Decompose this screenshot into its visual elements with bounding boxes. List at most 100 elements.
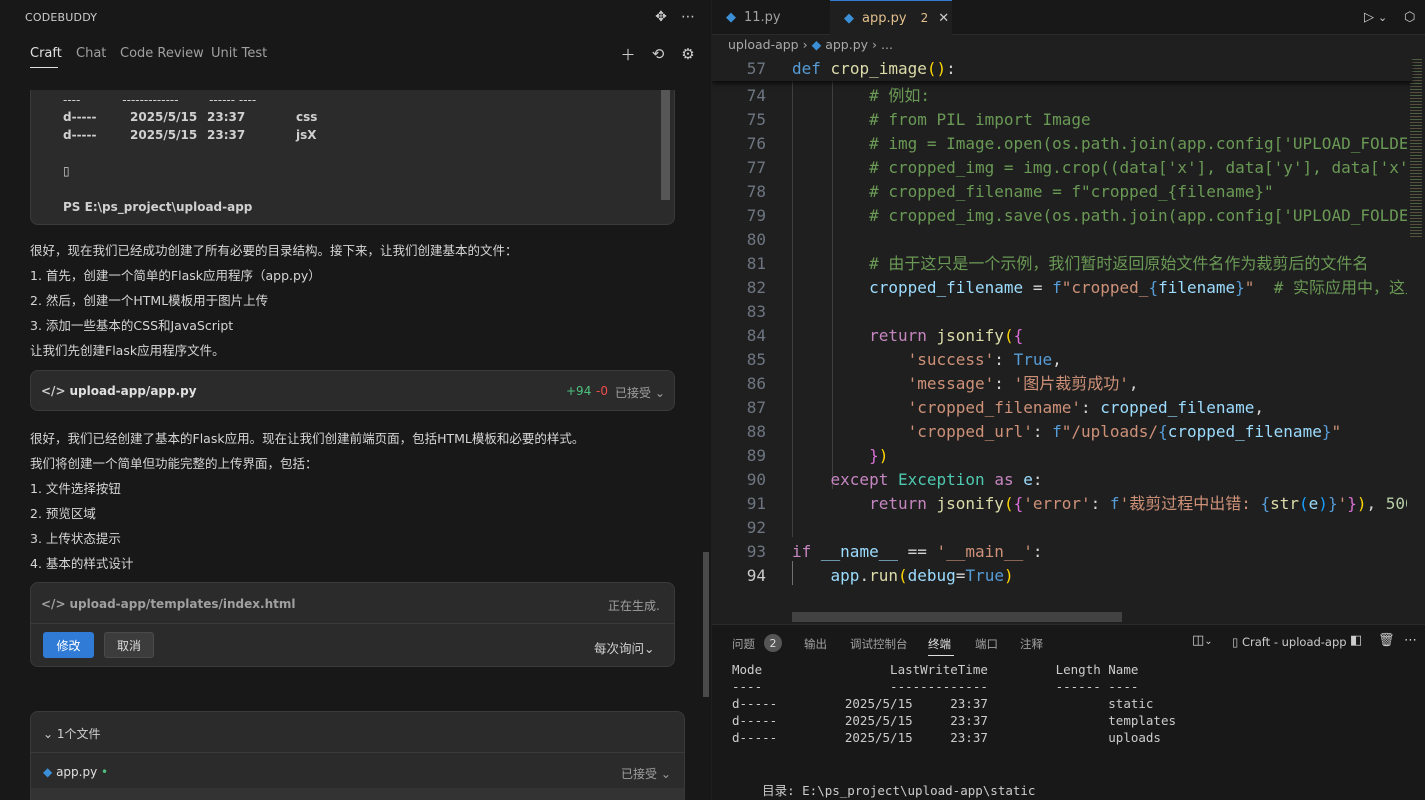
modify-button[interactable]: 修改 (43, 632, 94, 658)
changed-file-item[interactable]: ◆ app.py • (43, 765, 108, 779)
cancel-button[interactable]: 取消 (104, 632, 154, 658)
python-file-icon: ◆ (844, 10, 854, 26)
python-file-icon: ◆ (811, 37, 822, 52)
terminal-instance[interactable]: ▯ Craft - upload-app (1232, 635, 1347, 649)
assistant-message-line: 很好，我们已经创建了基本的Flask应用。现在让我们创建前端页面，包括HTML模… (30, 431, 585, 446)
split-terminal-icon[interactable]: ◫⌄ (1192, 633, 1213, 648)
breadcrumb-folder[interactable]: upload-app (728, 37, 799, 52)
breadcrumb-file[interactable]: app.py (825, 37, 868, 52)
active-tab-indicator (928, 655, 954, 656)
editor-tabs: ◆ 11.py ◆ app.py 2 ✕ ▷ ⌄ ⬡ (712, 0, 1425, 35)
assistant-message-line: 2. 预览区域 (30, 506, 96, 521)
lines-added: +94 (566, 384, 592, 398)
accepted-status[interactable]: 已接受 ⌄ (615, 384, 665, 401)
divider (31, 752, 684, 753)
more-icon[interactable]: ⋯ (677, 6, 699, 28)
horizontal-scrollbar[interactable] (792, 612, 1122, 622)
line-number: 81 (746, 254, 766, 273)
plugin-icon[interactable]: ✥ (650, 6, 672, 28)
ask-mode-dropdown[interactable]: 每次询问⌄ (594, 638, 655, 657)
divider (31, 623, 674, 624)
extension-icon[interactable]: ⬡ (1404, 0, 1415, 35)
split-icon[interactable]: ◧ (1350, 633, 1362, 648)
breadcrumb-symbol[interactable]: ... (881, 37, 893, 52)
new-chat-icon[interactable]: ＋ (617, 43, 639, 65)
line-number: 57 (746, 59, 766, 78)
code-line: # from PIL import Image (792, 110, 1091, 129)
run-button[interactable]: ▷ ⌄ (1364, 0, 1387, 35)
file-path: upload-app/templates/index.html (69, 597, 296, 611)
mode-tabs: Craft Chat Code Review Unit Test (0, 35, 711, 71)
code-line: # cropped_img = img.crop((data['x'], dat… (869, 158, 1419, 177)
code-line: # 例如: (792, 86, 930, 105)
code-editor[interactable]: 57 def crop_image(): 74 # 例如: 75 # from P… (712, 57, 1425, 622)
tab-comments[interactable]: 注释 (1020, 636, 1043, 652)
terminal-row-name: css (296, 110, 318, 124)
terminal-line: Mode LastWriteTime Length Name (732, 662, 1139, 677)
accepted-status[interactable]: 已接受 ⌄ (621, 765, 671, 782)
code-line: return jsonify({ (869, 326, 1024, 345)
trash-icon[interactable]: 🗑 (1378, 633, 1395, 648)
terminal-line: d----- 2025/5/15 23:37 static (732, 696, 1154, 711)
line-number: 91 (746, 494, 766, 513)
codebuddy-panel: CODEBUDDY ✥ ⋯ Craft Chat Code Review Uni… (0, 0, 711, 800)
terminal-row: d----- (63, 110, 97, 124)
line-number: 92 (746, 518, 766, 537)
assistant-message-line: 2. 然后，创建一个HTML模板用于图片上传 (30, 293, 269, 308)
assistant-message-line: 1. 文件选择按钮 (30, 481, 121, 496)
line-number: 74 (746, 86, 766, 105)
tab-11-py[interactable]: ◆ 11.py (712, 0, 830, 35)
settings-icon[interactable]: ⚙ (677, 43, 699, 65)
tab-ports[interactable]: 端口 (975, 636, 998, 652)
more-icon[interactable]: ⋯ (1404, 633, 1417, 648)
code-line-current: app.run(debug=True) (830, 566, 1014, 585)
files-summary-toggle[interactable]: ⌄ 1个文件 (43, 725, 101, 742)
app-title: CODEBUDDY (25, 11, 98, 24)
editor-area: ◆ 11.py ◆ app.py 2 ✕ ▷ ⌄ ⬡ upload-app › ◆ app… (712, 0, 1425, 800)
assistant-message-line: 3. 上传状态提示 (30, 531, 121, 546)
assistant-message-line: 让我们先创建Flask应用程序文件。 (30, 343, 225, 358)
terminal-prompt: PS E:\ps_project\upload-app (63, 200, 253, 214)
line-number: 84 (746, 326, 766, 345)
chevron-down-icon: ⌄ (1204, 636, 1213, 647)
history-icon[interactable]: ⟲ (647, 43, 669, 65)
chevron-down-icon: ⌄ (654, 386, 665, 400)
modified-dot-icon: • (101, 765, 109, 779)
assistant-message-line: 很好，现在我们已经成功创建了所有必要的目录结构。接下来，让我们创建基本的文件： (30, 243, 518, 258)
assistant-message-line: 我们将创建一个简单但功能完整的上传界面，包括： (30, 456, 318, 471)
line-number-current: 94 (746, 566, 766, 585)
tab-debug-console[interactable]: 调试控制台 (850, 636, 908, 652)
tab-unit-test[interactable]: Unit Test (211, 46, 267, 61)
tab-craft[interactable]: Craft (30, 46, 62, 61)
problems-badge: 2 (764, 634, 782, 652)
chat-scrollbar[interactable] (703, 552, 709, 697)
tab-app-py[interactable]: ◆ app.py 2 ✕ (830, 0, 952, 35)
code-line: except Exception as e: (830, 470, 1043, 489)
close-icon[interactable]: ✕ (938, 11, 949, 26)
code-line: # cropped_filename = f"cropped_{filename… (792, 182, 1274, 201)
sticky-scroll-header[interactable]: 57 def crop_image(): (712, 57, 1412, 81)
chevron-down-icon: ⌄ (43, 727, 54, 741)
minimap[interactable] (1407, 57, 1425, 622)
code-line: # cropped_img.save(os.path.join(app.conf… (869, 206, 1425, 225)
tab-code-review[interactable]: Code Review (120, 46, 204, 61)
terminal-row: d----- (63, 128, 97, 142)
bottom-panel: 问题 2 输出 调试控制台 终端 端口 注释 ◫⌄ ▯ Craft - uplo… (712, 624, 1425, 800)
tab-output[interactable]: 输出 (804, 636, 827, 652)
terminal-cursor: ▯ (63, 164, 70, 178)
tab-problems[interactable]: 问题 (732, 636, 755, 652)
terminal-scrollbar[interactable] (661, 90, 670, 200)
line-number: 83 (746, 302, 766, 321)
tab-terminal[interactable]: 终端 (928, 636, 951, 652)
chat-history[interactable]: ---- ------------- ------ ---- d----- 20… (0, 90, 711, 800)
tab-chat[interactable]: Chat (76, 46, 106, 61)
code-icon: </> (41, 597, 66, 611)
line-number: 78 (746, 182, 766, 201)
chevron-down-icon: ⌄ (660, 767, 671, 781)
assistant-message-line: 3. 添加一些基本的CSS和JavaScript (30, 318, 234, 333)
assistant-message-line: 4. 基本的样式设计 (30, 556, 134, 571)
file-change-card[interactable]: </> upload-app/app.py +94 -0 已接受 ⌄ (30, 370, 675, 411)
problem-count: 2 (920, 11, 929, 25)
line-number: 75 (746, 110, 766, 129)
code-line: # img = Image.open(os.path.join(app.conf… (869, 134, 1425, 153)
